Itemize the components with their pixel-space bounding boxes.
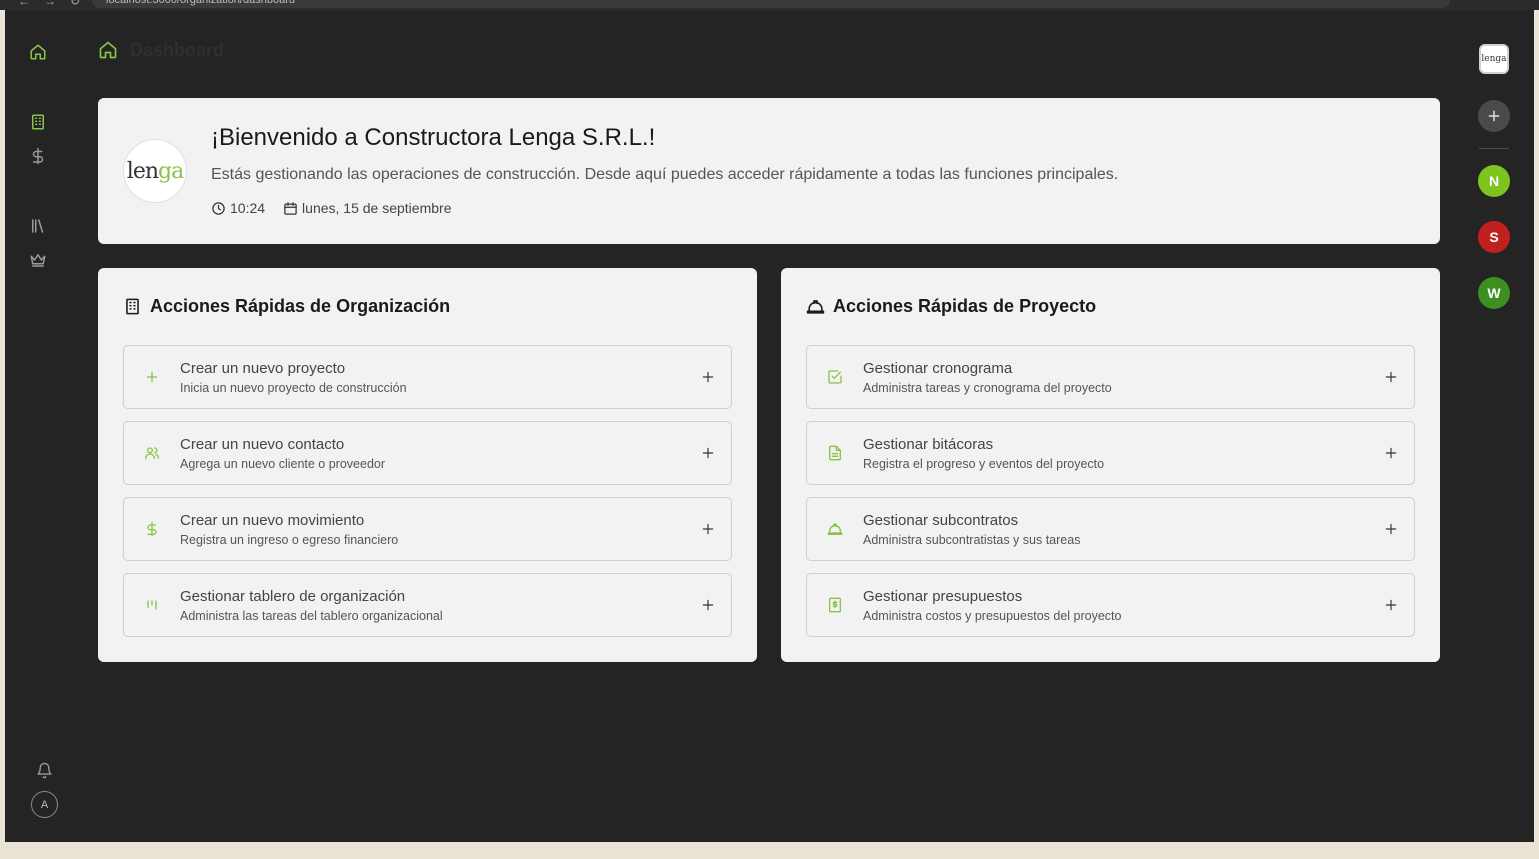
page-title: Dashboard [130,39,225,60]
action-title: Crear un nuevo movimiento [180,512,365,529]
add-icon[interactable] [1382,368,1400,386]
organization-switcher: lenga N S W [1475,10,1515,842]
action-subtitle: Administra costos y presupuestos del pro… [863,609,1122,623]
subcontracts-action[interactable]: Gestionar subcontratos Administra subcon… [806,497,1415,561]
panel-title: Acciones Rápidas de Organización [123,296,450,317]
user-avatar[interactable]: A [31,791,58,818]
address-bar[interactable]: localhost:3000/organization/dashboard [92,0,1450,8]
dollar-icon[interactable] [27,145,49,167]
organization-actions-panel: Acciones Rápidas de Organización Crear u… [98,268,757,662]
add-organization-button[interactable] [1478,100,1510,132]
users-icon [143,444,161,462]
action-title: Gestionar presupuestos [863,588,1023,605]
action-subtitle: Registra el progreso y eventos del proye… [863,457,1105,471]
organization-board-action[interactable]: Gestionar tablero de organización Admini… [123,573,732,637]
welcome-title: ¡Bienvenido a Constructora Lenga S.R.L.! [211,124,656,151]
action-subtitle: Administra subcontratistas y sus tareas [863,533,1081,547]
plus-icon [1488,110,1500,122]
dollar-icon [143,520,161,538]
checkbox-icon [826,368,844,386]
welcome-meta: 10:24 lunes, 15 de septiembre [211,200,469,216]
welcome-card: lenga ¡Bienvenido a Constructora Lenga S… [98,98,1440,244]
receipt-icon [826,596,844,614]
action-title: Gestionar tablero de organización [180,588,406,605]
organization-avatar-w[interactable]: W [1478,277,1510,309]
create-movement-action[interactable]: Crear un nuevo movimiento Registra un in… [123,497,732,561]
budgets-action[interactable]: Gestionar presupuestos Administra costos… [806,573,1415,637]
add-icon[interactable] [699,444,717,462]
notifications-bell-icon[interactable] [34,760,54,780]
back-icon[interactable]: ← [18,0,30,8]
forward-icon[interactable]: → [44,0,56,8]
action-subtitle: Registra un ingreso o egreso financiero [180,533,399,547]
action-title: Gestionar cronograma [863,360,1013,377]
date-display: lunes, 15 de septiembre [283,200,451,216]
browser-toolbar: ← → ↻ localhost:3000/organization/dashbo… [0,0,1539,10]
panel-title: Acciones Rápidas de Proyecto [806,296,1096,317]
project-actions-panel: Acciones Rápidas de Proyecto Gestionar c… [781,268,1440,662]
add-icon[interactable] [1382,444,1400,462]
current-organization-logo[interactable]: lenga [1479,44,1509,74]
create-project-action[interactable]: Crear un nuevo proyecto Inicia un nuevo … [123,345,732,409]
kanban-icon [143,596,161,614]
action-title: Crear un nuevo proyecto [180,360,346,377]
action-title: Crear un nuevo contacto [180,436,345,453]
action-title: Gestionar subcontratos [863,512,1019,529]
left-sidebar: A [5,10,75,842]
home-icon[interactable] [27,41,49,63]
add-icon[interactable] [699,520,717,538]
welcome-description: Estás gestionando las operaciones de con… [211,166,1119,183]
reload-icon[interactable]: ↻ [70,0,80,8]
add-icon[interactable] [1382,520,1400,538]
action-title: Gestionar bitácoras [863,436,994,453]
schedule-action[interactable]: Gestionar cronograma Administra tareas y… [806,345,1415,409]
organization-avatar-s[interactable]: S [1478,221,1510,253]
crown-icon[interactable] [27,249,49,271]
desktop-background [0,842,1539,859]
add-icon[interactable] [699,596,717,614]
organization-avatar-n[interactable]: N [1478,165,1510,197]
hard-hat-icon [806,300,825,314]
building-icon [126,298,139,315]
file-text-icon [826,444,844,462]
breadcrumb: Dashboard [98,38,224,62]
divider [1479,148,1509,149]
app-window: A Dashboard lenga ¡Bienvenido a Construc… [5,10,1534,842]
logbook-action[interactable]: Gestionar bitácoras Registra el progreso… [806,421,1415,485]
building-icon[interactable] [27,111,49,133]
action-subtitle: Administra tareas y cronograma del proye… [863,381,1112,395]
library-icon[interactable] [27,215,49,237]
action-subtitle: Agrega un nuevo cliente o proveedor [180,457,386,471]
add-icon[interactable] [1382,596,1400,614]
calendar-icon [284,201,297,215]
plus-icon [143,368,161,386]
hard-hat-icon [826,520,844,538]
action-subtitle: Inicia un nuevo proyecto de construcción [180,381,407,395]
clock-icon [212,201,225,215]
time-display: 10:24 [211,200,265,216]
organization-logo: lenga [123,139,187,203]
add-icon[interactable] [699,368,717,386]
home-breadcrumb-icon[interactable] [98,40,118,60]
create-contact-action[interactable]: Crear un nuevo contacto Agrega un nuevo … [123,421,732,485]
action-subtitle: Administra las tareas del tablero organi… [180,609,443,623]
